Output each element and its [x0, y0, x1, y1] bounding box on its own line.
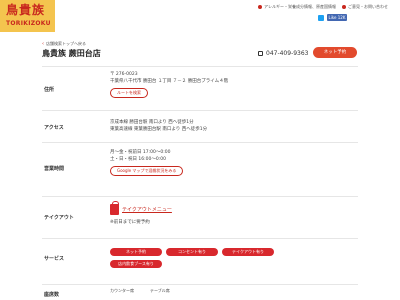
takeout-row: テイクアウト テイクアウトメニュー ※前日までに要予約 — [42, 196, 358, 238]
seat-type: カウンター席 — [110, 288, 134, 293]
seat-type: テーブル席 — [150, 288, 170, 293]
service-badge: ネット予約 — [110, 248, 162, 256]
postal-code: 〒 276-0023 — [110, 72, 138, 77]
access-line: 京成本線 勝田台駅 南口より 西へ徒歩1分 — [110, 120, 194, 125]
bullet-icon — [342, 5, 346, 9]
page-title: 鳥貴族 蕨田台店 — [42, 49, 101, 58]
route-search-button[interactable]: ルートを検索 — [110, 88, 148, 98]
seats-row: 座席数 カウンター席 テーブル席 — [42, 284, 358, 300]
services-label: サービス — [44, 256, 65, 262]
service-badge: 店内飲食ブース有り — [110, 260, 162, 268]
takeout-bag-icon — [110, 201, 119, 215]
header-links: アレルギー・栄養成分情報、原産国情報 ご意見・お問い合わせ — [258, 4, 388, 10]
contact-link-label: ご意見・お問い合わせ — [348, 4, 388, 9]
phone-label: 047-409-9363 — [266, 50, 309, 57]
seats-value: カウンター席 テーブル席 — [110, 287, 190, 295]
services-row: サービス ネット予約 コンセント有り テイクアウト有り 店内飲食ブース有り — [42, 238, 358, 278]
allergy-link-label: アレルギー・栄養成分情報、原産国情報 — [264, 4, 336, 9]
access-value: 京成本線 勝田台駅 南口より 西へ徒歩1分 東葉高速線 東葉勝田台駅 南口より … — [110, 119, 207, 133]
contact-link[interactable]: ご意見・お問い合わせ — [342, 4, 388, 10]
takeout-label: テイクアウト — [44, 215, 74, 221]
access-line: 東葉高速線 東葉勝田台駅 南口より 西へ徒歩1分 — [110, 127, 208, 132]
logo-jp: 鳥貴族 — [6, 3, 46, 17]
hours-row: 営業時間 月～金・祝前日 17:00～0:00 土・日・祝日 16:00～0:0… — [42, 142, 358, 196]
access-row: アクセス 京成本線 勝田台駅 南口より 西へ徒歩1分 東葉高速線 東葉勝田台駅 … — [42, 110, 358, 142]
address-line: 千葉県八千代市 勝田台 １丁目 ７－２ 勝田台プライム４階 — [110, 79, 229, 84]
logo[interactable]: 鳥貴族 TORIKIZOKU — [0, 0, 55, 32]
google-map-crowd-button[interactable]: Google マップで混雑状況をみる — [110, 166, 184, 176]
address-row: 住所 〒 276-0023 千葉県八千代市 勝田台 １丁目 ７－２ 勝田台プライ… — [42, 66, 358, 110]
social-buttons: Like 12K — [318, 14, 347, 21]
address-value: 〒 276-0023 千葉県八千代市 勝田台 １丁目 ７－２ 勝田台プライム４階… — [110, 71, 228, 98]
takeout-menu-link[interactable]: テイクアウトメニュー — [122, 207, 172, 213]
takeout-note: ※前日までに要予約 — [110, 220, 150, 225]
seats-label: 座席数 — [44, 292, 60, 298]
service-badge: テイクアウト有り — [222, 248, 274, 256]
access-label: アクセス — [44, 125, 64, 131]
phone-number[interactable]: 047-409-9363 — [258, 50, 309, 57]
chevron-left-icon: ‹ — [42, 40, 44, 47]
facebook-like-button[interactable]: Like 12K — [327, 14, 347, 21]
address-label: 住所 — [44, 87, 55, 93]
hours-value: 月～金・祝前日 17:00～0:00 土・日・祝日 16:00～0:00 Goo… — [110, 149, 184, 176]
breadcrumb[interactable]: ‹ 店舗検索トップへ戻る — [42, 41, 86, 47]
services-value: ネット予約 コンセント有り テイクアウト有り 店内飲食ブース有り — [110, 247, 278, 271]
hours-line: 月～金・祝前日 17:00～0:00 — [110, 150, 171, 155]
phone-icon — [258, 51, 263, 56]
allergy-link[interactable]: アレルギー・栄養成分情報、原産国情報 — [258, 4, 336, 10]
hours-label: 営業時間 — [44, 166, 65, 172]
net-reserve-button[interactable]: ネット予約 — [313, 47, 357, 58]
service-badge: コンセント有り — [166, 248, 218, 256]
bullet-icon — [258, 5, 262, 9]
hours-line: 土・日・祝日 16:00～0:00 — [110, 157, 167, 162]
site-header: 鳥貴族 TORIKIZOKU アレルギー・栄養成分情報、原産国情報 ご意見・お問… — [0, 0, 400, 34]
takeout-value: テイクアウトメニュー ※前日までに要予約 — [110, 201, 172, 226]
twitter-icon[interactable] — [318, 14, 324, 21]
logo-en: TORIKIZOKU — [6, 20, 51, 27]
breadcrumb-label: 店舗検索トップへ戻る — [46, 41, 86, 46]
